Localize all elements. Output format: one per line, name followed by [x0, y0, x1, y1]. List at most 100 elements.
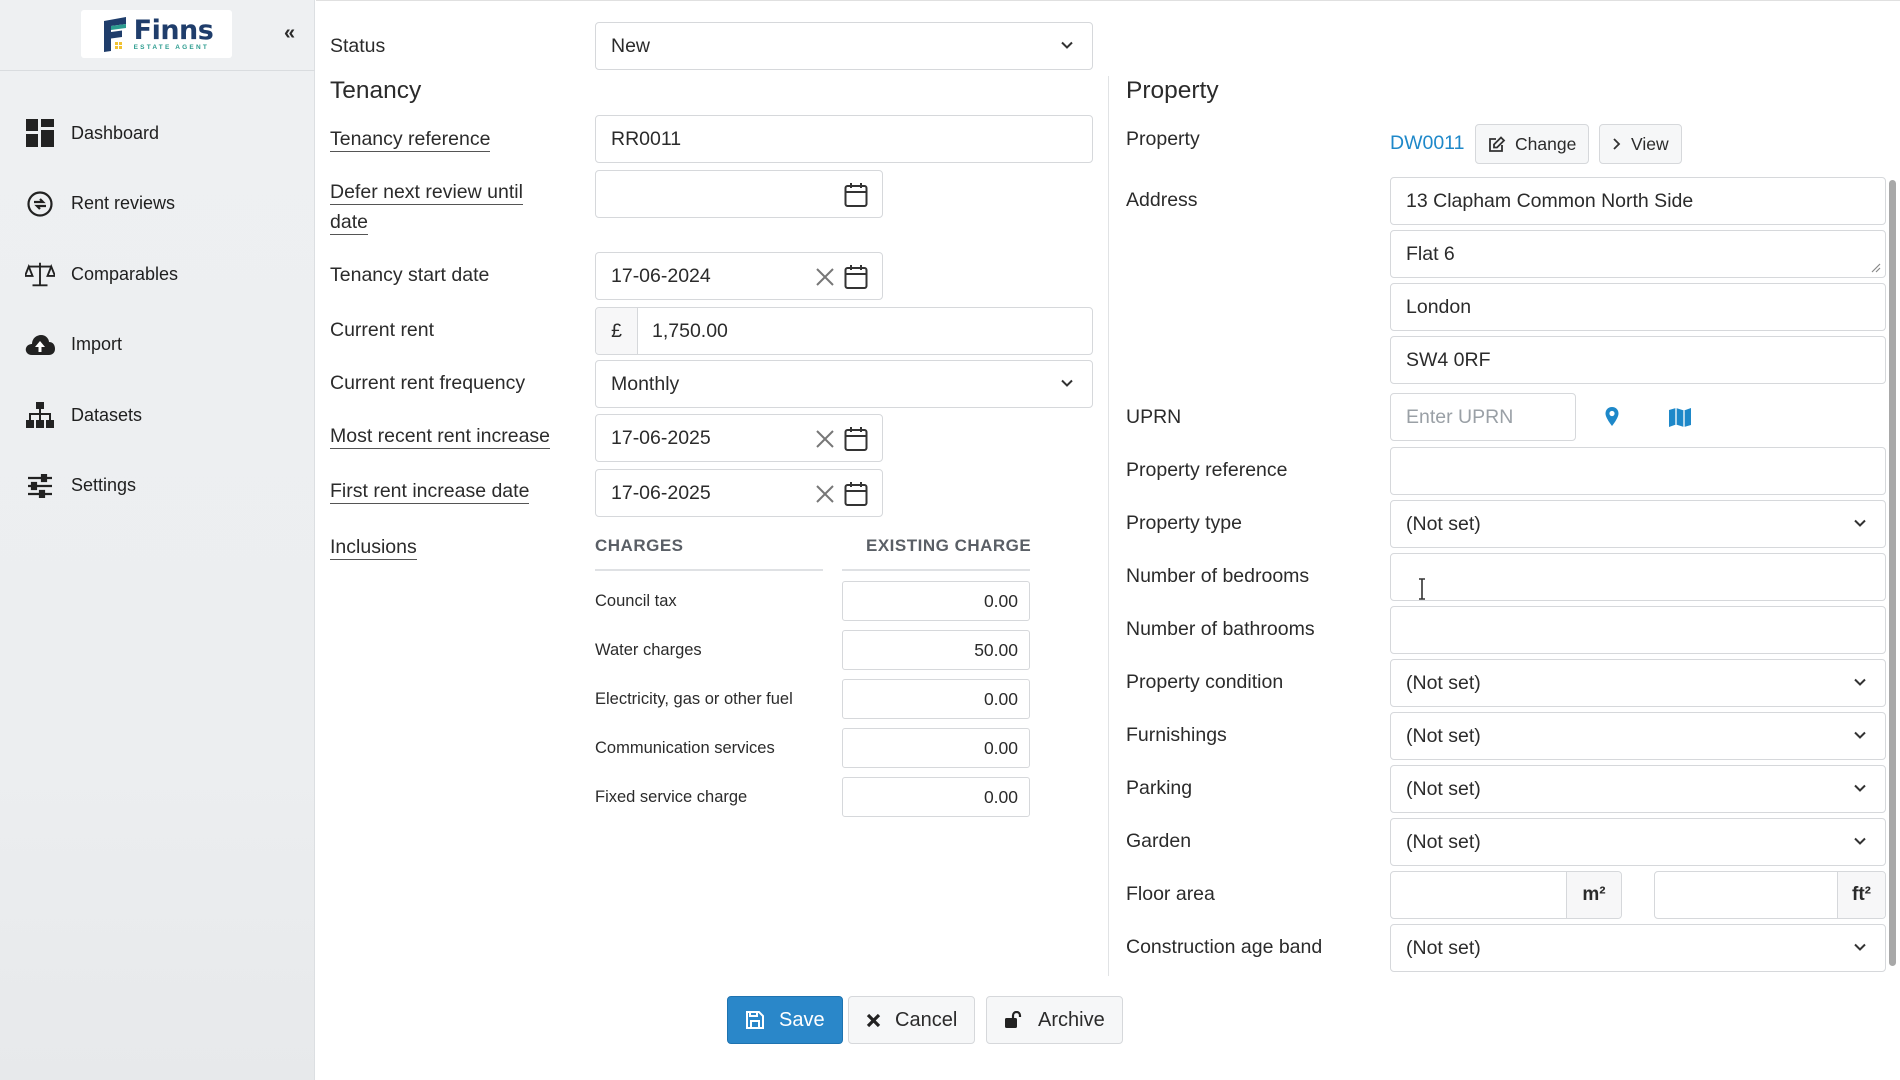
uprn-input[interactable]: Enter UPRN — [1390, 393, 1576, 441]
vertical-scrollbar[interactable] — [1889, 180, 1896, 966]
calendar-icon[interactable] — [844, 426, 868, 452]
unlock-icon — [1005, 1011, 1022, 1028]
furnishings-select[interactable]: (Not set) — [1390, 712, 1886, 760]
map-marker-icon[interactable] — [1604, 406, 1620, 428]
brand-logo[interactable]: Finns ESTATE AGENT — [81, 10, 232, 58]
calendar-icon[interactable] — [844, 481, 868, 507]
floor-area-ft2-input[interactable]: ft² — [1654, 871, 1886, 919]
first-rent-increase-label: First rent increase date — [330, 480, 530, 504]
uprn-label: UPRN — [1126, 406, 1182, 428]
chevron-down-icon — [1854, 784, 1866, 792]
collapse-sidebar-button[interactable]: « — [284, 22, 295, 45]
charge-input-energy[interactable]: 0.00 — [842, 679, 1030, 719]
resize-handle-icon[interactable] — [1869, 261, 1881, 273]
sidebar-item-dashboard[interactable]: Dashboard — [0, 98, 315, 169]
sitemap-icon — [25, 400, 55, 430]
sidebar-item-label: Comparables — [71, 263, 179, 284]
garden-select[interactable]: (Not set) — [1390, 818, 1886, 866]
recent-rent-increase-input[interactable]: 17-06-2025 — [595, 414, 883, 462]
garden-label: Garden — [1126, 830, 1192, 852]
tenancy-section-title: Tenancy — [330, 77, 422, 104]
calendar-icon[interactable] — [844, 182, 868, 208]
finns-logo-icon — [103, 17, 126, 52]
existing-charge-column-header: EXISTING CHARGE — [866, 536, 1032, 555]
property-link[interactable]: DW0011 — [1390, 128, 1464, 158]
sidebar-item-label: Import — [71, 334, 123, 355]
charge-name: Water charges — [595, 641, 702, 659]
sidebar-item-label: Settings — [71, 475, 137, 496]
status-select[interactable]: New — [595, 22, 1093, 70]
inclusions-label: Inclusions — [330, 536, 417, 560]
charge-input-council-tax[interactable]: 0.00 — [842, 581, 1030, 621]
charge-input-water[interactable]: 50.00 — [842, 630, 1030, 670]
chevron-down-icon — [1854, 943, 1866, 951]
property-label: Property — [1126, 128, 1200, 150]
charge-name: Fixed service charge — [595, 788, 748, 806]
tenancy-reference-input[interactable]: RR0011 — [595, 115, 1093, 163]
sidebar-item-rent-reviews[interactable]: Rent reviews — [0, 169, 315, 240]
address-label: Address — [1126, 189, 1198, 211]
map-icon[interactable] — [1668, 407, 1692, 428]
sidebar-item-import[interactable]: Import — [0, 310, 315, 381]
charge-input-communication[interactable]: 0.00 — [842, 728, 1030, 768]
cloud-upload-icon — [25, 330, 55, 360]
parking-select[interactable]: (Not set) — [1390, 765, 1886, 813]
tenancy-start-date-input[interactable]: 17-06-2024 — [595, 252, 883, 300]
recent-rent-increase-label: Most recent rent increase — [330, 425, 551, 449]
sidebar-divider — [0, 70, 315, 71]
unit-m2: m² — [1566, 872, 1621, 918]
archive-button[interactable]: Archive — [986, 996, 1123, 1044]
save-button[interactable]: Save — [727, 996, 843, 1044]
tenancy-reference-label: Tenancy reference — [330, 128, 491, 152]
save-icon — [746, 1011, 764, 1029]
defer-review-label-line2: date — [330, 211, 368, 235]
sidebar-item-comparables[interactable]: Comparables — [0, 239, 315, 310]
charge-input-service[interactable]: 0.00 — [842, 777, 1030, 817]
scales-icon — [25, 259, 55, 289]
main-content: Status New Tenancy Tenancy reference RR0… — [316, 0, 1900, 1080]
property-section-title: Property — [1126, 77, 1219, 104]
bathrooms-input[interactable] — [1390, 606, 1886, 654]
property-reference-label: Property reference — [1126, 459, 1288, 481]
rent-frequency-select[interactable]: Monthly — [595, 360, 1093, 408]
charge-name: Communication services — [595, 739, 775, 757]
clear-icon[interactable] — [814, 428, 836, 450]
clear-icon[interactable] — [814, 483, 836, 505]
age-band-select[interactable]: (Not set) — [1390, 924, 1886, 972]
property-type-select[interactable]: (Not set) — [1390, 500, 1886, 548]
edit-icon — [1489, 135, 1506, 152]
clear-icon[interactable] — [814, 266, 836, 288]
property-reference-input[interactable] — [1390, 447, 1886, 495]
close-icon — [866, 1013, 881, 1027]
address-line2-textarea[interactable]: Flat 6 — [1390, 230, 1886, 278]
brand-name: Finns — [133, 14, 214, 46]
current-rent-input[interactable]: £ 1,750.00 — [595, 307, 1093, 355]
sidebar-item-label: Dashboard — [71, 122, 160, 143]
address-line1-input[interactable]: 13 Clapham Common North Side — [1390, 177, 1886, 225]
first-rent-increase-input[interactable]: 17-06-2025 — [595, 469, 883, 517]
address-postcode-input[interactable]: SW4 0RF — [1390, 336, 1886, 384]
sidebar-item-datasets[interactable]: Datasets — [0, 380, 315, 451]
parking-label: Parking — [1126, 777, 1193, 799]
charge-name: Council tax — [595, 592, 677, 610]
chevron-down-icon — [1854, 837, 1866, 845]
sidebar-nav: Dashboard Rent reviews Comparables Impor… — [0, 98, 315, 521]
sliders-icon — [25, 471, 55, 501]
floor-area-label: Floor area — [1126, 883, 1215, 905]
chevron-down-icon — [1061, 379, 1073, 387]
age-band-label: Construction age band — [1126, 936, 1323, 958]
bedrooms-input[interactable] — [1390, 553, 1886, 601]
calendar-icon[interactable] — [844, 264, 868, 290]
sidebar-item-settings[interactable]: Settings — [0, 451, 315, 522]
dashboard-icon — [25, 118, 55, 148]
defer-review-date-input[interactable] — [595, 170, 883, 218]
address-city-input[interactable]: London — [1390, 283, 1886, 331]
property-condition-label: Property condition — [1126, 671, 1284, 693]
view-property-button[interactable]: View — [1599, 124, 1682, 164]
change-property-button[interactable]: Change — [1475, 124, 1590, 164]
chevron-down-icon — [1854, 678, 1866, 686]
property-condition-select[interactable]: (Not set) — [1390, 659, 1886, 707]
cancel-button[interactable]: Cancel — [848, 996, 976, 1044]
floor-area-m2-input[interactable]: m² — [1390, 871, 1622, 919]
chevron-down-icon — [1854, 731, 1866, 739]
